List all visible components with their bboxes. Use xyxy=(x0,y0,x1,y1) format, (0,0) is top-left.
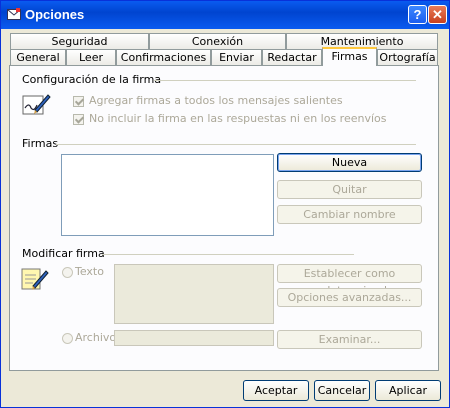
cancel-button[interactable]: Cancelar xyxy=(314,380,370,401)
tab-seguridad[interactable]: Seguridad xyxy=(10,33,149,49)
signatures-list[interactable] xyxy=(61,154,274,236)
window-title: Opciones xyxy=(25,7,85,22)
advanced-options-button[interactable]: Opciones avanzadas... xyxy=(277,288,422,307)
add-signatures-checkbox[interactable] xyxy=(73,96,84,107)
firmas-divider xyxy=(56,144,416,145)
new-signature-button[interactable]: Nueva xyxy=(277,153,422,172)
tab-enviar[interactable]: Enviar xyxy=(211,49,262,65)
help-button[interactable]: ? xyxy=(408,5,427,24)
title-bar[interactable]: Opciones ? ✕ xyxy=(1,1,449,29)
close-button[interactable]: ✕ xyxy=(428,5,447,24)
edit-signature-icon xyxy=(21,268,49,290)
tab-redactar[interactable]: Redactar xyxy=(262,49,322,65)
firmas-group-label: Firmas xyxy=(22,137,59,150)
set-default-button[interactable]: Establecer como predeterminada xyxy=(277,264,422,297)
browse-button[interactable]: Examinar... xyxy=(277,330,422,349)
tab-conexion[interactable]: Conexión xyxy=(149,33,286,49)
help-icon: ? xyxy=(413,7,422,22)
tab-general[interactable]: General xyxy=(10,49,66,65)
file-radio[interactable] xyxy=(62,333,73,344)
signature-file-input[interactable] xyxy=(114,330,274,346)
rename-signature-button[interactable]: Cambiar nombre xyxy=(277,205,422,224)
edit-group-label: Modificar firma xyxy=(22,247,105,260)
firmas-panel: Configuración de la firma Agregar firmas… xyxy=(9,65,439,371)
file-radio-label: Archivo xyxy=(75,331,117,344)
remove-signature-button[interactable]: Quitar xyxy=(277,180,422,199)
add-signatures-label: Agregar firmas a todos los mensajes sali… xyxy=(89,94,343,107)
tab-confirmaciones[interactable]: Confirmaciones xyxy=(116,49,211,65)
text-radio-label: Texto xyxy=(75,265,104,278)
apply-button[interactable]: Aplicar xyxy=(375,380,441,401)
options-dialog: Opciones ? ✕ Seguridad Conexión Mantenim… xyxy=(0,0,450,408)
no-reply-signature-checkbox[interactable] xyxy=(73,114,84,125)
tab-firmas[interactable]: Firmas xyxy=(322,47,377,66)
tab-leer[interactable]: Leer xyxy=(66,49,116,65)
tab-ortografia[interactable]: Ortografía xyxy=(377,49,438,65)
config-group-label: Configuración de la firma xyxy=(22,73,162,86)
text-radio[interactable] xyxy=(62,267,73,278)
ok-button[interactable]: Aceptar xyxy=(243,380,309,401)
envelope-icon xyxy=(7,8,21,20)
config-divider xyxy=(154,80,416,81)
close-icon: ✕ xyxy=(432,7,443,22)
edit-divider xyxy=(102,254,354,255)
no-reply-signature-label: No incluir la firma en las respuestas ni… xyxy=(89,112,387,125)
signature-pen-icon xyxy=(22,94,51,115)
signature-text-area[interactable] xyxy=(114,264,274,324)
